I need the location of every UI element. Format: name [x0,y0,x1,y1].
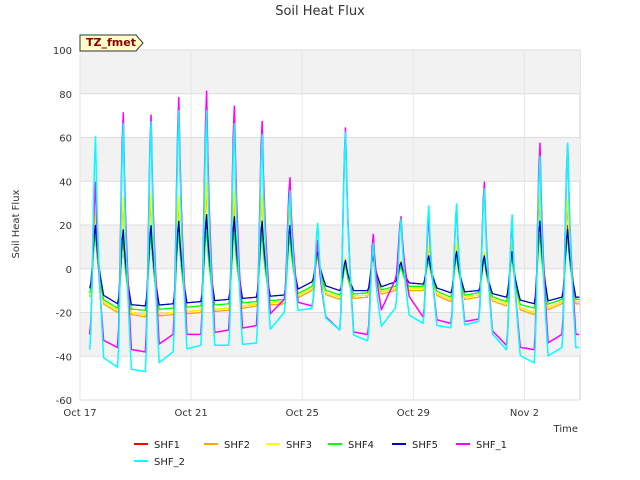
station-badge: TZ_fmet [79,34,144,52]
legend-label: SHF_2 [154,457,185,468]
y-tick-labels: -60 -40 -20 0 20 40 60 80 100 [53,46,72,407]
y-tick-label: 40 [59,177,72,188]
legend-item-shf2: SHF2 [204,440,250,451]
legend-item-shf3: SHF3 [266,440,312,451]
y-tick-label: -20 [56,309,72,320]
chart-title: Soil Heat Flux [275,4,365,19]
y-tick-label: -60 [56,396,72,407]
legend-label: SHF_1 [476,440,507,451]
x-tick-label: Nov 2 [510,408,539,419]
plot-band [80,50,580,94]
plot-band [80,312,580,357]
x-tick-label: Oct 17 [63,408,96,419]
y-tick-label: 60 [59,134,72,145]
x-tick-label: Oct 29 [397,408,430,419]
y-tick-label: 0 [66,265,72,276]
x-tick-label: Oct 21 [175,408,208,419]
legend-item-shf-1: SHF_1 [456,440,507,451]
legend: SHF1 SHF2 SHF3 SHF4 SHF5 SHF_1 SHF_2 [134,440,507,468]
legend-label: SHF3 [286,440,312,451]
legend-item-shf-2: SHF_2 [134,457,185,468]
y-tick-label: 100 [53,46,72,57]
soil-heat-flux-chart: Soil Heat Flux -60 -40 -20 0 20 40 60 80 100 Oct… [11,4,581,468]
legend-label: SHF1 [154,440,180,451]
y-tick-label: -40 [56,352,72,363]
legend-label: SHF5 [412,440,438,451]
legend-item-shf4: SHF4 [328,440,374,451]
y-tick-label: 20 [59,221,72,232]
legend-item-shf5: SHF5 [392,440,438,451]
legend-label: SHF4 [348,440,374,451]
plot-band [80,137,580,182]
y-tick-label: 80 [59,90,72,101]
y-axis-label: Soil Heat Flux [11,189,22,258]
x-tick-label: Oct 25 [286,408,319,419]
x-tick-labels: Oct 17 Oct 21 Oct 25 Oct 29 Nov 2 [63,408,539,419]
x-axis-label: Time [553,424,578,435]
legend-label: SHF2 [224,440,250,451]
legend-item-shf1: SHF1 [134,440,180,451]
station-badge-label: TZ_fmet [86,36,136,49]
